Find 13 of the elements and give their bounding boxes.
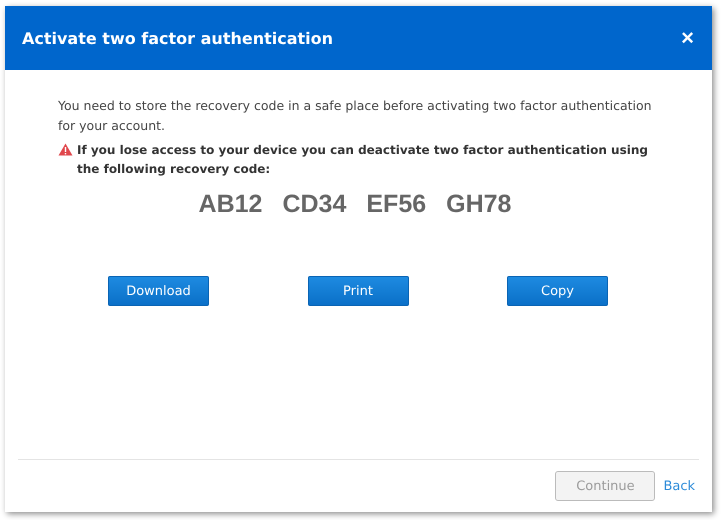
dialog-title: Activate two factor authentication: [22, 28, 334, 48]
back-link[interactable]: Back: [663, 478, 695, 494]
recovery-code: GH78: [446, 190, 512, 219]
close-button[interactable]: ×: [681, 25, 694, 51]
action-button[interactable]: Print: [308, 276, 408, 306]
action-button[interactable]: Copy: [507, 276, 608, 306]
recovery-code: CD34: [282, 190, 346, 219]
intro-text: You need to store the recovery code in a safe place before activating two factor authentication for your account.: [58, 97, 652, 135]
warning-icon: [58, 143, 73, 156]
recovery-code: EF56: [366, 190, 426, 219]
action-button[interactable]: Download: [108, 276, 209, 306]
recovery-code: AB12: [198, 190, 262, 219]
warning-text: If you lose access to your device you can deactivate two factor authentication using the following recovery code:: [77, 142, 649, 178]
